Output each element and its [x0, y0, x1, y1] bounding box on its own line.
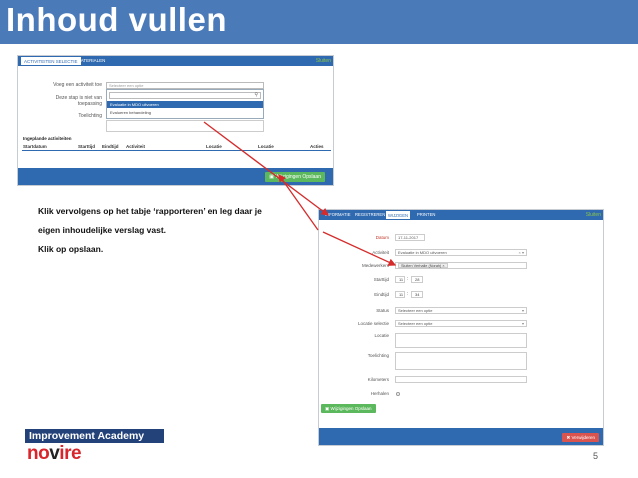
- column-header: Starttijd: [78, 144, 96, 149]
- label-herhalen: Herhalen: [370, 391, 389, 396]
- chevron-down-icon: × ▾: [518, 250, 524, 255]
- column-header: Acties: [310, 144, 324, 149]
- datum-input[interactable]: 17-11-2017: [395, 234, 425, 241]
- dropdown-option-evaluatie-mdo[interactable]: Evaluatie in MDO uitvoeren: [107, 101, 263, 108]
- logo-word-suffix: ire: [59, 443, 82, 464]
- end-hour-input[interactable]: 11: [395, 291, 405, 298]
- time-separator: :: [407, 291, 409, 297]
- screenshot-activities: ACTIVITEITEN SELECTIE MATERIALEN Sluiten…: [17, 55, 334, 186]
- end-minute-input[interactable]: 34: [411, 291, 423, 298]
- locatie-selectie-placeholder: Selecteer een optie: [398, 321, 433, 326]
- label-activiteit: Activiteit: [372, 250, 389, 255]
- medewerkers-select[interactable]: Sluiten Verhalle (Norah) ×: [395, 262, 527, 269]
- toelichting-textarea[interactable]: [395, 352, 527, 370]
- logo-word-v: v: [49, 443, 60, 464]
- improvement-academy-logo: Improvement Academy: [25, 429, 164, 443]
- activity-select[interactable]: Selecteer een optie: [106, 82, 264, 89]
- tab-materialen[interactable]: MATERIALEN: [74, 56, 108, 66]
- close-link[interactable]: Sluiten: [316, 58, 331, 64]
- search-icon: ⚲: [254, 92, 258, 98]
- toelichting-textarea[interactable]: [106, 120, 264, 132]
- tab-informatie[interactable]: INFORMATIE: [323, 210, 353, 220]
- footer-bar: ▣ Wijzigingen Opslaan: [18, 168, 333, 185]
- label-locatie: Locatie: [374, 333, 389, 338]
- delete-button[interactable]: ✖ Verwijderen: [562, 433, 599, 442]
- column-header: Locatie: [206, 144, 222, 149]
- save-button[interactable]: ▣ Wijzigingen Opslaan: [265, 172, 325, 182]
- title-bar: Inhoud vullen: [0, 0, 638, 44]
- locatie-selectie-select[interactable]: Selecteer een optie ▾: [395, 320, 527, 327]
- tab-activiteiten-selectie[interactable]: ACTIVITEITEN SELECTIE: [20, 56, 82, 66]
- tab-registreren[interactable]: REGISTREREN: [353, 210, 387, 220]
- save-button-label: Wijzigingen Opslaan: [330, 406, 372, 411]
- start-hour-input[interactable]: 11: [395, 276, 405, 283]
- slide: Inhoud vullen ACTIVITEITEN SELECTIE MATE…: [0, 0, 638, 478]
- label-medewerkers: Medewerkers: [361, 263, 389, 268]
- logo-word-prefix: no: [27, 443, 50, 464]
- column-header: Eindtijd: [102, 144, 119, 149]
- status-select[interactable]: Selecteer een optie ▾: [395, 307, 527, 314]
- instruction-line-1: Klik vervolgens op het tabje ‘rapportere…: [38, 206, 262, 216]
- column-header: Locatie: [258, 144, 274, 149]
- slide-title: Inhoud vullen: [6, 1, 227, 38]
- tab-bar: ACTIVITEITEN SELECTIE MATERIALEN Sluiten: [18, 56, 333, 66]
- column-header: Startdatum: [23, 144, 47, 149]
- activiteit-value: Evaluatie in MDO uitvoeren: [398, 250, 447, 255]
- tab-bar: INFORMATIE REGISTREREN WIJZIGEN PRINTEN …: [319, 210, 603, 220]
- label-status: Status: [376, 308, 389, 313]
- close-link[interactable]: Sluiten: [586, 212, 601, 218]
- section-heading: Ingeplande activiteiten: [23, 136, 72, 141]
- medewerker-tag[interactable]: Sluiten Verhalle (Norah) ×: [398, 263, 448, 268]
- instruction-line-3: Klik op opslaan.: [38, 244, 104, 254]
- dropdown-option-evalueren-behandeling[interactable]: Evalueren behandeling: [107, 109, 263, 116]
- chevron-down-icon: ▾: [521, 321, 524, 326]
- start-minute-input[interactable]: 28: [411, 276, 423, 283]
- label-niet-van-toepassing: Deze stap is niet van toepassing: [55, 95, 102, 107]
- divider: [22, 150, 331, 151]
- time-separator: :: [407, 276, 409, 282]
- label-toelichting: Toelichting: [367, 353, 389, 358]
- save-button[interactable]: ▣ Wijzigingen Opslaan: [321, 404, 376, 413]
- label-eindtijd: Eindtijd: [374, 292, 389, 297]
- dropdown-search-input[interactable]: ⚲: [109, 92, 261, 99]
- delete-button-label: Verwijderen: [571, 435, 595, 440]
- column-header: Activiteit: [126, 144, 146, 149]
- logo-band-text: Improvement Academy: [29, 430, 145, 442]
- page-number: 5: [593, 451, 599, 461]
- locatie-textarea[interactable]: [395, 333, 527, 348]
- label-toelichting: Toelichting: [78, 113, 102, 119]
- medewerker-tag-label: Sluiten Verhalle (Norah): [401, 264, 442, 268]
- label-voeg-activiteit: Voeg een activiteit toe: [53, 82, 102, 88]
- novire-logo: novire: [27, 443, 82, 465]
- kilometers-input[interactable]: [395, 376, 527, 383]
- label-locatie-selectie: Locatie selectie: [357, 321, 389, 326]
- herhalen-radio[interactable]: [396, 392, 400, 396]
- label-starttijd: Starttijd: [373, 277, 389, 282]
- activiteit-select[interactable]: Evaluatie in MDO uitvoeren × ▾: [395, 249, 527, 256]
- chevron-down-icon: ▾: [521, 308, 524, 313]
- tab-wijzigen[interactable]: WIJZIGEN: [385, 210, 412, 220]
- label-kilometers: Kilometers: [367, 377, 389, 382]
- activity-dropdown: ⚲ Evaluatie in MDO uitvoeren Evalueren b…: [106, 89, 264, 119]
- tab-printen[interactable]: PRINTEN: [415, 210, 437, 220]
- label-datum: Datum: [375, 235, 389, 240]
- save-button-label: Wijzigingen Opslaan: [275, 174, 321, 180]
- status-placeholder: Selecteer een optie: [398, 308, 433, 313]
- instruction-line-2: eigen inhoudelijke verslag vast.: [38, 225, 167, 235]
- screenshot-edit-activity: INFORMATIE REGISTREREN WIJZIGEN PRINTEN …: [318, 209, 604, 446]
- footer-bar: ✖ Verwijderen: [319, 428, 603, 445]
